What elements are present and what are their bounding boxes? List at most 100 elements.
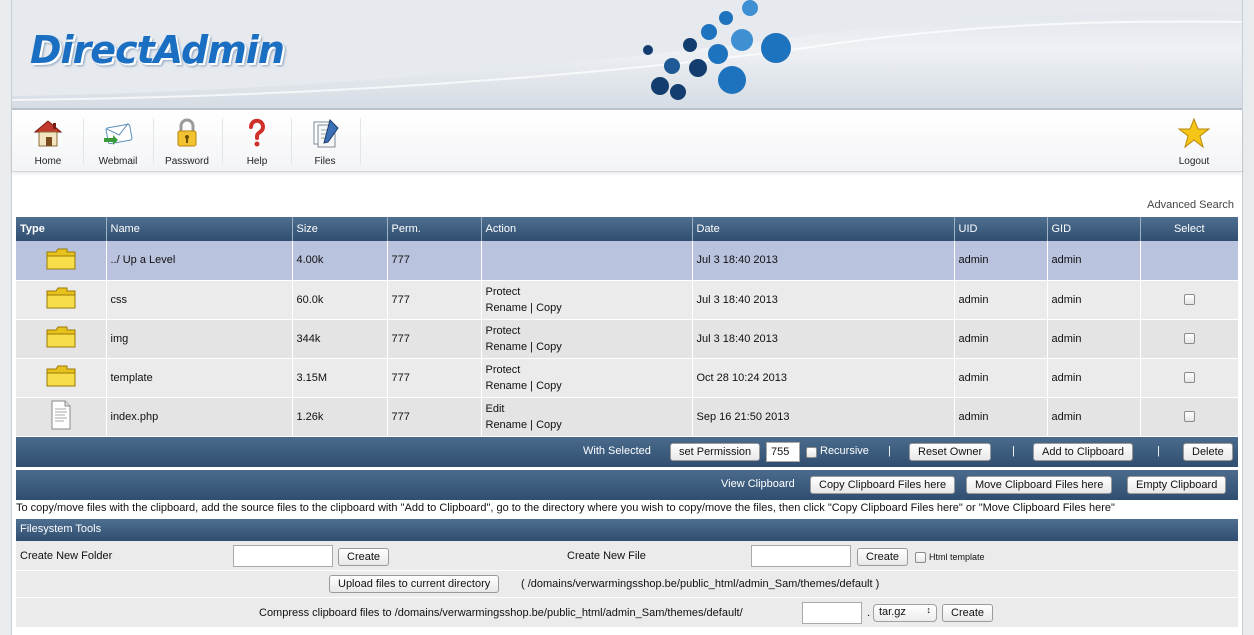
nav-label: Password [165, 156, 209, 167]
file-gid: admin [1047, 358, 1141, 398]
nav-logout[interactable]: Logout [1160, 112, 1228, 168]
file-perm[interactable]: 777 [387, 241, 482, 281]
type-cell [16, 397, 107, 437]
table-row[interactable]: img 344k 777 Protect Rename | Copy Jul 3… [16, 319, 1239, 359]
empty-clipboard-button[interactable]: Empty Clipboard [1127, 476, 1227, 494]
nav-home[interactable]: Home [14, 112, 82, 168]
extension-dot: . [867, 607, 871, 619]
file-name[interactable]: ../ Up a Level [106, 241, 293, 281]
rename-link[interactable]: Rename [486, 302, 528, 314]
file-perm[interactable]: 777 [387, 397, 482, 437]
col-name[interactable]: Name [106, 217, 293, 241]
col-size[interactable]: Size [292, 217, 388, 241]
select-checkbox[interactable] [1183, 372, 1195, 384]
file-name[interactable]: template [106, 358, 293, 398]
mail-icon [104, 122, 133, 145]
copy-link[interactable]: Copy [536, 380, 562, 392]
copy-clipboard-here-button[interactable]: Copy Clipboard Files here [810, 476, 956, 494]
advanced-search-link[interactable]: Advanced Search [1147, 199, 1234, 211]
rename-link[interactable]: Rename [486, 341, 528, 353]
select-checkbox[interactable] [1183, 294, 1195, 306]
separator: | [1012, 445, 1015, 457]
copy-link[interactable]: Copy [536, 302, 562, 314]
upload-files-button[interactable]: Upload files to current directory [329, 575, 500, 593]
new-file-input[interactable] [751, 545, 851, 567]
file-perm[interactable]: 777 [387, 358, 482, 398]
file-gid: admin [1047, 241, 1141, 281]
col-select: Select [1140, 217, 1238, 241]
with-selected-bar: With Selected set Permission 755 Recursi… [16, 437, 1238, 467]
table-row[interactable]: template 3.15M 777 Protect Rename | Copy… [16, 358, 1239, 398]
col-date[interactable]: Date [692, 217, 955, 241]
separator: | [530, 418, 533, 431]
create-folder-button[interactable]: Create [338, 548, 390, 566]
chevron-updown-icon: ↕ [926, 605, 932, 615]
file-date: Sep 16 21:50 2013 [692, 397, 955, 437]
col-perm[interactable]: Perm. [387, 217, 482, 241]
new-folder-input[interactable] [233, 545, 333, 567]
nav-files[interactable]: Files [291, 112, 359, 168]
html-template-checkbox[interactable] [915, 552, 926, 563]
copy-link[interactable]: Copy [536, 341, 562, 353]
nav-help[interactable]: Help [223, 112, 291, 168]
delete-button[interactable]: Delete [1183, 443, 1233, 461]
separator: | [1157, 445, 1160, 457]
star-icon [1177, 117, 1211, 149]
bubbles-graphic [643, 0, 791, 100]
upload-path: ( /domains/verwarmingsshop.be/public_htm… [521, 578, 880, 590]
protect-link[interactable]: Protect [486, 286, 521, 298]
file-gid: admin [1047, 397, 1141, 437]
file-uid: admin [954, 358, 1048, 398]
page-frame: DirectAdmin Home Webmail Password Help F… [11, 0, 1243, 635]
new-folder-label: Create New Folder [20, 550, 113, 562]
create-file-button[interactable]: Create [857, 548, 909, 566]
type-cell [16, 280, 107, 320]
edit-link[interactable]: Edit [486, 403, 505, 415]
file-name[interactable]: css [106, 280, 293, 320]
add-to-clipboard-button[interactable]: Add to Clipboard [1033, 443, 1133, 461]
col-type[interactable]: Type [16, 217, 107, 241]
permission-input[interactable]: 755 [766, 442, 800, 462]
file-perm[interactable]: 777 [387, 319, 482, 359]
table-row[interactable]: ../ Up a Level 4.00k 777 Jul 3 18:40 201… [16, 241, 1239, 281]
file-perm[interactable]: 777 [387, 280, 482, 320]
directadmin-logo[interactable]: DirectAdmin [30, 28, 285, 72]
file-name[interactable]: index.php [106, 397, 293, 437]
rename-link[interactable]: Rename [486, 419, 528, 431]
set-permission-button[interactable]: set Permission [670, 443, 761, 461]
select-cell [1140, 358, 1239, 398]
nav-webmail[interactable]: Webmail [84, 112, 152, 168]
file-actions: Edit Rename | Copy [481, 397, 693, 437]
view-clipboard-link[interactable]: View Clipboard [721, 478, 795, 490]
select-cell [1140, 397, 1239, 437]
file-name[interactable]: img [106, 319, 293, 359]
archive-format-select[interactable]: tar.gz ↕ [873, 604, 937, 622]
protect-link[interactable]: Protect [486, 325, 521, 337]
nav-password[interactable]: Password [153, 112, 221, 168]
file-uid: admin [954, 280, 1048, 320]
archive-name-input[interactable] [802, 602, 862, 624]
col-uid[interactable]: UID [954, 217, 1048, 241]
file-actions: Protect Rename | Copy [481, 358, 693, 398]
file-size: 4.00k [292, 241, 388, 281]
copy-link[interactable]: Copy [536, 419, 562, 431]
select-cell [1140, 280, 1239, 320]
type-cell [16, 241, 107, 281]
reset-owner-button[interactable]: Reset Owner [909, 443, 992, 461]
rename-link[interactable]: Rename [486, 380, 528, 392]
table-row[interactable]: index.php 1.26k 777 Edit Rename | Copy S… [16, 397, 1239, 437]
separator: | [530, 301, 533, 314]
recursive-checkbox[interactable] [806, 447, 817, 458]
move-clipboard-here-button[interactable]: Move Clipboard Files here [966, 476, 1113, 494]
nav-label: Files [314, 156, 336, 167]
table-row[interactable]: css 60.0k 777 Protect Rename | Copy Jul … [16, 280, 1239, 320]
file-size: 344k [292, 319, 388, 359]
protect-link[interactable]: Protect [486, 364, 521, 376]
col-gid[interactable]: GID [1047, 217, 1141, 241]
type-cell [16, 358, 107, 398]
select-checkbox[interactable] [1183, 333, 1195, 345]
select-checkbox[interactable] [1183, 411, 1195, 423]
file-gid: admin [1047, 319, 1141, 359]
lock-icon [177, 118, 197, 147]
compress-create-button[interactable]: Create [942, 604, 994, 622]
